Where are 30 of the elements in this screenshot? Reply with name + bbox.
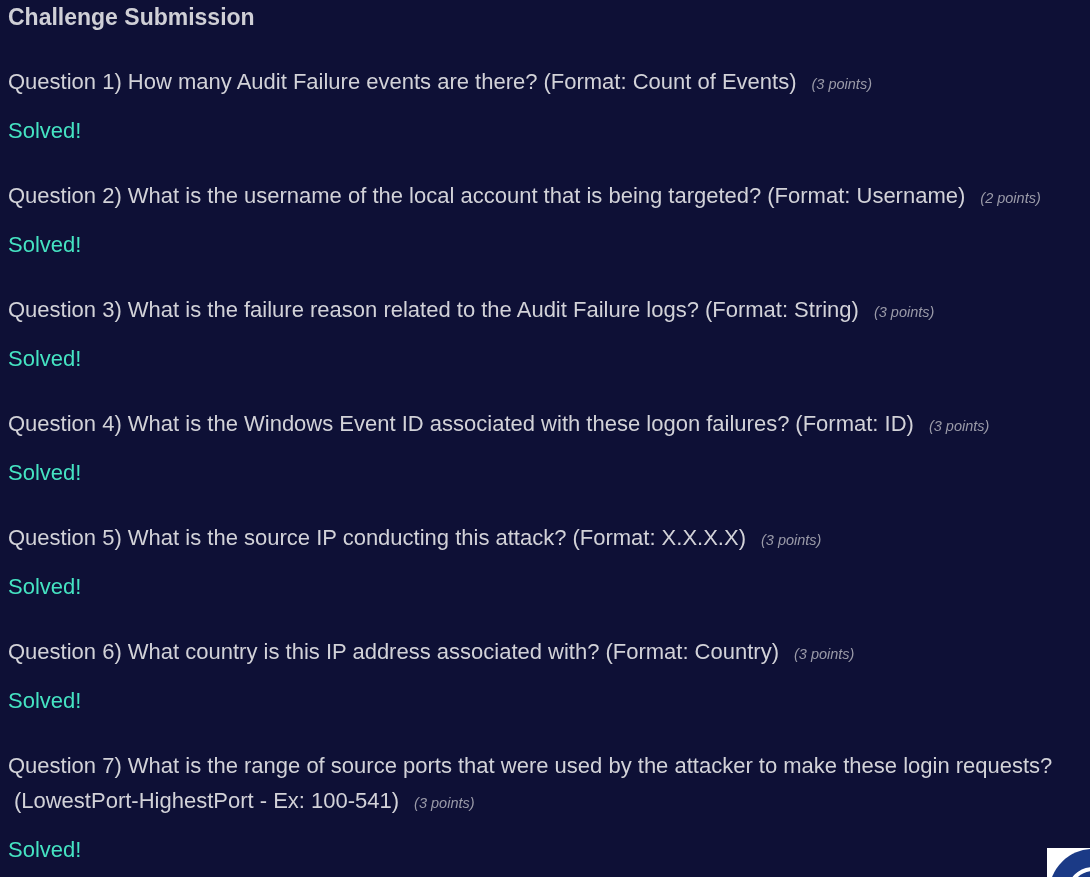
question-text: Question 1) How many Audit Failure events are there?	[8, 69, 538, 94]
solved-status: Solved!	[8, 687, 82, 715]
points-label: (3 points)	[414, 795, 475, 811]
question-text: Question 3) What is the failure reason related to the Audit Failure logs?	[8, 297, 699, 322]
question-text: Question 4) What is the Windows Event ID associated with these logon failures?	[8, 411, 790, 436]
solved-status: Solved!	[8, 573, 82, 601]
question-text: Question 5) What is the source IP conducting this attack?	[8, 525, 567, 550]
format-hint: (Format: String)	[704, 297, 859, 322]
question-text: Question 7) What is the range of source ports that were used by the attacker to make these login requests?	[8, 753, 1053, 778]
points-label: (3 points)	[793, 646, 855, 662]
solved-status: Solved!	[8, 836, 82, 864]
format-hint: (LowestPort-HighestPort - Ex: 100-541)	[13, 788, 400, 813]
points-label: (3 points)	[873, 304, 935, 320]
question-text: Question 2) What is the username of the local account that is being targeted?	[8, 183, 762, 208]
format-hint: (Format: Username)	[767, 183, 966, 208]
points-label: (3 points)	[761, 532, 822, 548]
points-label: (2 points)	[980, 190, 1041, 206]
points-label: (3 points)	[811, 76, 872, 92]
format-hint: (Format: X.X.X.X)	[572, 525, 746, 550]
question-text: Question 6) What country is this IP address associated with?	[8, 639, 600, 664]
ring-icon[interactable]	[1047, 848, 1090, 877]
format-hint: (Format: ID)	[795, 411, 914, 436]
solved-status: Solved!	[8, 345, 82, 373]
format-hint: (Format: Country)	[605, 639, 779, 664]
points-label: (3 points)	[928, 418, 990, 434]
solved-status: Solved!	[8, 117, 82, 145]
format-hint: (Format: Count of Events)	[543, 69, 797, 94]
solved-status: Solved!	[8, 459, 82, 487]
solved-status: Solved!	[8, 231, 82, 259]
page-title: Challenge Submission	[8, 3, 255, 32]
